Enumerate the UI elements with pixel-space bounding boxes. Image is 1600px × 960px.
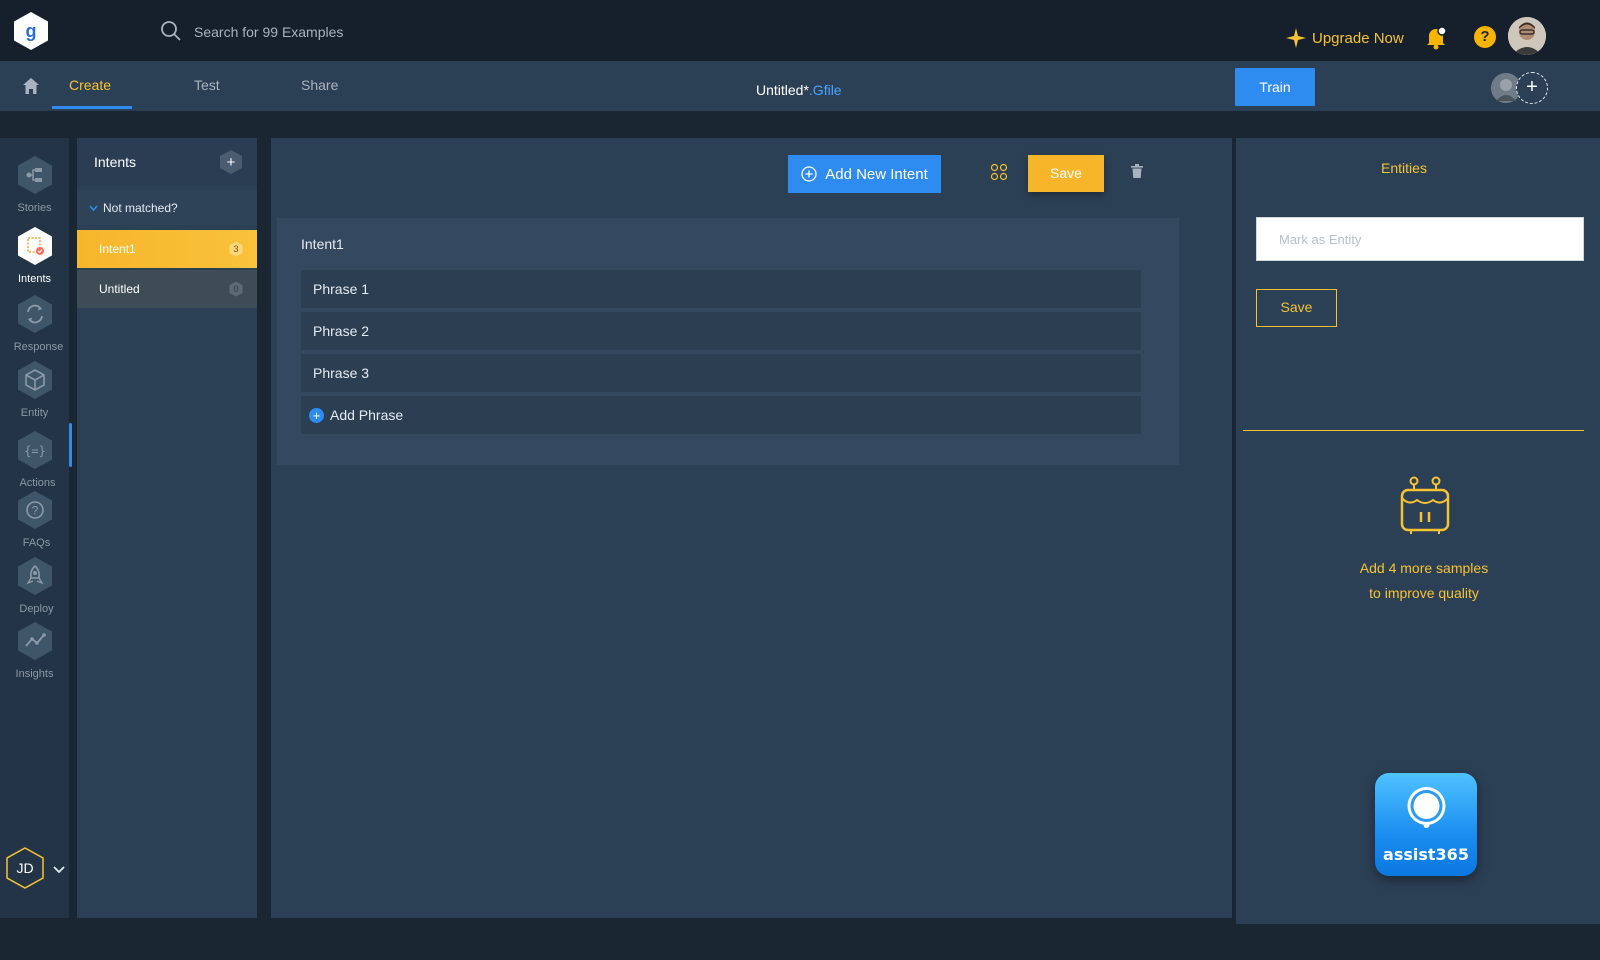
search-input[interactable]: Search for 99 Examples xyxy=(194,24,343,40)
add-intent-icon[interactable]: + xyxy=(219,149,243,175)
chat-bubble-icon xyxy=(1403,784,1450,831)
tab-test[interactable]: Test xyxy=(194,77,220,93)
svg-text:?: ? xyxy=(31,504,38,518)
file-title[interactable]: Untitled*.Gfile xyxy=(756,82,842,98)
actions-icon: {=} xyxy=(17,431,52,469)
chevron-down-icon[interactable] xyxy=(53,862,65,874)
file-extension: .Gfile xyxy=(808,82,842,98)
insights-icon xyxy=(17,622,52,660)
file-name: Untitled* xyxy=(756,82,809,98)
plus-circle-icon xyxy=(801,166,817,182)
quality-hint-line-1: Add 4 more samples xyxy=(1359,560,1489,576)
upgrade-now-button[interactable]: Upgrade Now xyxy=(1286,28,1404,48)
svg-text:{=}: {=} xyxy=(24,444,46,458)
rail-label-entity: Entity xyxy=(20,407,49,419)
tab-share[interactable]: Share xyxy=(301,77,338,93)
upgrade-now-label: Upgrade Now xyxy=(1312,29,1404,47)
tab-create[interactable]: Create xyxy=(69,77,111,93)
chevron-down-icon xyxy=(89,204,98,211)
divider xyxy=(1243,430,1584,431)
quality-hint-line-2: to improve quality xyxy=(1369,585,1479,601)
rail-item-actions[interactable]: {=} Actions xyxy=(0,430,69,489)
phrase-text: Phrase 1 xyxy=(313,281,370,297)
phrase-row[interactable]: Phrase 3 xyxy=(301,354,1141,392)
intents-icon xyxy=(17,227,52,265)
rail-label-deploy: Deploy xyxy=(19,603,54,615)
save-intent-button[interactable]: Save xyxy=(1028,155,1104,192)
group-label: Not matched? xyxy=(103,201,178,215)
rail-label-insights: Insights xyxy=(15,668,54,680)
rail-item-insights[interactable]: Insights xyxy=(0,621,69,680)
logo-letter: g xyxy=(26,21,37,41)
quality-hint: Add 4 more samples to improve quality xyxy=(1315,556,1533,606)
stories-icon xyxy=(17,156,52,194)
home-icon[interactable] xyxy=(22,77,40,95)
intent-title[interactable]: Intent1 xyxy=(301,236,344,252)
add-new-intent-button[interactable]: Add New Intent xyxy=(788,155,941,193)
rail-item-response[interactable]: Response xyxy=(0,294,69,353)
add-phrase-button[interactable]: + Add Phrase xyxy=(301,396,1141,434)
rail-label-actions: Actions xyxy=(19,477,56,489)
mark-as-entity-input[interactable] xyxy=(1256,217,1584,261)
rail-item-entity[interactable]: Entity xyxy=(0,360,69,419)
sparkle-icon xyxy=(1286,28,1306,48)
assist365-label: assist365 xyxy=(1383,845,1469,864)
entity-save-button[interactable]: Save xyxy=(1256,289,1337,327)
entity-icon xyxy=(17,361,52,399)
trash-icon[interactable] xyxy=(1131,164,1143,178)
rail-item-intents[interactable]: Intents xyxy=(0,226,69,285)
plus-icon: + xyxy=(309,408,324,423)
phrase-row[interactable]: Phrase 1 xyxy=(301,270,1141,308)
user-initials-badge[interactable]: JD xyxy=(6,847,44,889)
rail-label-response: Response xyxy=(13,341,64,353)
intents-title: Intents xyxy=(94,154,137,170)
intent-count: 0 xyxy=(233,284,239,294)
add-intent-glyph: + xyxy=(227,154,236,171)
help-icon[interactable]: ? xyxy=(1474,26,1496,48)
faqs-icon: ? xyxy=(17,491,52,529)
grid-view-icon[interactable] xyxy=(990,163,1008,181)
phrase-text: Phrase 2 xyxy=(313,323,370,339)
deploy-icon xyxy=(17,557,52,595)
user-avatar[interactable] xyxy=(1508,17,1546,55)
train-button[interactable]: Train xyxy=(1235,68,1315,106)
add-new-intent-label: Add New Intent xyxy=(825,165,928,183)
intent-count: 3 xyxy=(233,244,239,254)
rail-label-stories: Stories xyxy=(17,202,52,214)
rail-scroll-indicator[interactable] xyxy=(69,423,72,467)
rail-item-deploy[interactable]: Deploy xyxy=(0,556,69,615)
notification-bell-icon[interactable] xyxy=(1425,26,1447,50)
entities-title: Entities xyxy=(1381,160,1427,176)
not-matched-group[interactable]: Not matched? xyxy=(89,201,178,215)
response-icon xyxy=(17,295,52,333)
app-logo[interactable]: g xyxy=(13,11,49,51)
rail-label-faqs: FAQs xyxy=(22,537,51,549)
add-phrase-label: Add Phrase xyxy=(330,407,404,423)
rail-item-faqs[interactable]: ? FAQs xyxy=(0,490,69,549)
phrase-text: Phrase 3 xyxy=(313,365,370,381)
add-collaborator-button[interactable]: + xyxy=(1516,72,1548,104)
rail-label-intents: Intents xyxy=(17,273,52,285)
intent-item-label: Intent1 xyxy=(99,242,136,256)
robot-icon xyxy=(1397,476,1453,536)
intent-item-label: Untitled xyxy=(99,282,140,296)
intent-item-untitled[interactable]: Untitled 0 xyxy=(77,270,257,308)
active-tab-indicator xyxy=(52,106,132,109)
phrase-row[interactable]: Phrase 2 xyxy=(301,312,1141,350)
intent-item-intent1[interactable]: Intent1 3 xyxy=(77,230,257,268)
rail-item-stories[interactable]: Stories xyxy=(0,155,69,214)
user-initials: JD xyxy=(16,860,33,876)
search-icon[interactable] xyxy=(160,20,182,42)
